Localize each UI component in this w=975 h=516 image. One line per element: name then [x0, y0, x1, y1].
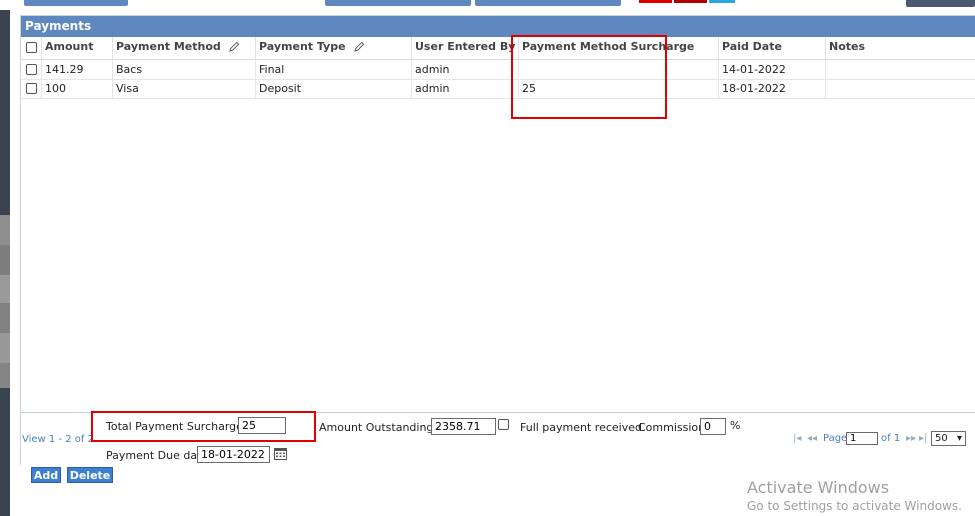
cell-amount: 100 — [42, 79, 113, 98]
cell-payment-type: Deposit — [256, 79, 412, 98]
rows-per-page-select[interactable]: 50 ▾ — [931, 431, 966, 446]
select-all-cell — [21, 37, 42, 59]
cell-payment-type: Final — [256, 60, 412, 79]
column-header-paid-date[interactable]: Paid Date — [719, 37, 826, 59]
cell-paid-date: 18-01-2022 — [719, 79, 826, 98]
cell-paid-date: 14-01-2022 — [719, 60, 826, 79]
page-input[interactable] — [846, 432, 878, 445]
calendar-icon[interactable] — [274, 447, 287, 460]
toolbar-button-right[interactable] — [906, 0, 975, 7]
total-surcharge-label: Total Payment Surcharge - — [106, 420, 251, 433]
toolbar-color-red[interactable] — [639, 0, 672, 3]
pager-prev-icon[interactable]: ◂◂ — [807, 433, 817, 444]
total-surcharge-input[interactable] — [238, 417, 286, 434]
row-checkbox[interactable] — [26, 83, 37, 94]
column-header-amount[interactable]: Amount — [42, 37, 113, 59]
due-date-label: Payment Due date — [106, 449, 209, 462]
grid-body-empty — [21, 99, 975, 413]
full-payment-checkbox[interactable] — [498, 419, 509, 430]
page-label: Page — [823, 433, 848, 444]
cell-surcharge: 25 — [519, 79, 719, 98]
cell-user: admin — [412, 79, 519, 98]
amount-outstanding-input[interactable] — [431, 418, 496, 435]
cell-payment-method: Visa — [113, 79, 256, 98]
add-button[interactable]: Add — [31, 467, 61, 483]
column-header-payment-method[interactable]: Payment Method — [113, 37, 256, 59]
percent-sign: % — [730, 419, 741, 432]
due-date-input[interactable] — [197, 446, 270, 463]
activate-windows-subtitle: Go to Settings to activate Windows. — [747, 499, 962, 513]
column-header-notes[interactable]: Notes — [826, 37, 975, 59]
toolbar-button-2[interactable] — [325, 0, 471, 6]
pager-next-icon[interactable]: ▸▸ — [906, 433, 916, 444]
commission-input[interactable] — [700, 418, 726, 435]
column-header-surcharge[interactable]: Payment Method Surcharge — [519, 37, 719, 59]
grid-header: Amount Payment Method Payment Type User … — [21, 37, 975, 60]
amount-outstanding-label: Amount Outstanding - — [319, 421, 441, 434]
cell-user: admin — [412, 60, 519, 79]
cell-surcharge — [519, 60, 719, 79]
delete-button[interactable]: Delete — [67, 467, 113, 483]
commission-label: Commission — [638, 421, 706, 434]
edit-pencil-icon[interactable] — [228, 41, 240, 52]
panel-title: Payments — [21, 16, 975, 37]
toolbar-button-3[interactable] — [475, 0, 621, 6]
pager-last-icon[interactable]: ▸| — [919, 433, 927, 444]
payments-panel: Payments Amount Payment Method Payment T… — [20, 15, 975, 465]
chevron-down-icon: ▾ — [956, 433, 962, 444]
column-header-payment-type[interactable]: Payment Type — [256, 37, 412, 59]
activate-windows-title: Activate Windows — [747, 478, 890, 497]
grid-footer: View 1 - 2 of 2 Total Payment Surcharge … — [21, 413, 975, 465]
cell-notes — [826, 79, 975, 98]
left-sidebar-edge — [0, 0, 10, 516]
edit-pencil-icon[interactable] — [353, 41, 365, 52]
toolbar-color-darkred[interactable] — [674, 0, 707, 3]
page-of-label: of 1 — [881, 433, 901, 444]
cell-notes — [826, 60, 975, 79]
row-checkbox[interactable] — [26, 64, 37, 75]
table-row[interactable]: 100 Visa Deposit admin 25 18-01-2022 — [21, 79, 975, 99]
view-count: View 1 - 2 of 2 — [22, 434, 94, 445]
table-row[interactable]: 141.29 Bacs Final admin 14-01-2022 — [21, 60, 975, 80]
cell-payment-method: Bacs — [113, 60, 256, 79]
toolbar-color-blue[interactable] — [709, 0, 735, 3]
full-payment-label: Full payment received — [520, 421, 642, 434]
cell-amount: 141.29 — [42, 60, 113, 79]
pager-first-icon[interactable]: |◂ — [793, 433, 801, 444]
column-header-user-entered-by[interactable]: User Entered By — [412, 37, 519, 59]
select-all-checkbox[interactable] — [26, 42, 37, 53]
toolbar-button-1[interactable] — [24, 0, 128, 6]
